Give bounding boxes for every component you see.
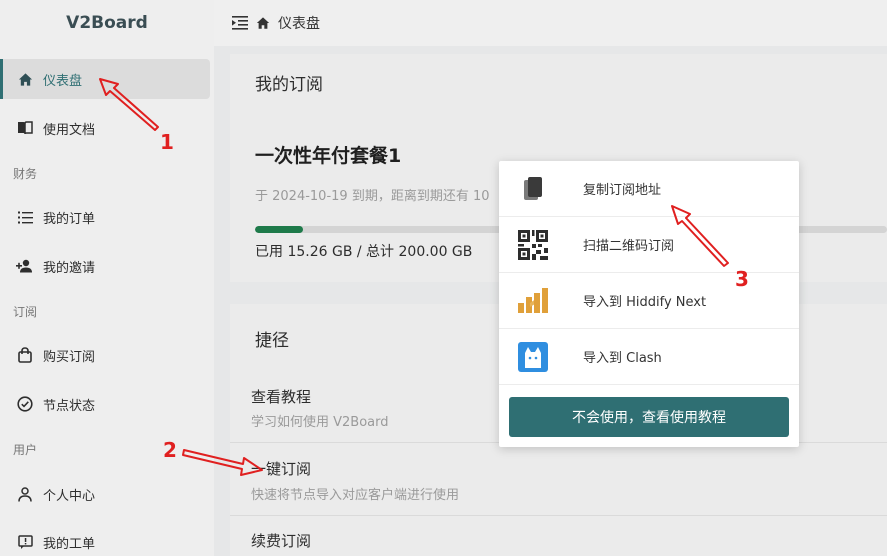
popup-item-label: 导入到 Hiddify Next (583, 295, 707, 310)
section-user: 用户 (13, 443, 38, 457)
popup-item-scan-qr[interactable]: 扫描二维码订阅 (499, 217, 799, 273)
sidebar-item-label: 仪表盘 (43, 73, 83, 89)
ticket-icon (16, 533, 34, 551)
sidebar-item-orders[interactable]: 我的订单 (0, 197, 210, 237)
sidebar-item-tickets[interactable]: 我的工单 (0, 522, 210, 556)
sidebar-item-label: 购买订阅 (43, 349, 96, 365)
clash-cat-icon (517, 341, 549, 373)
sidebar-item-dashboard[interactable]: 仪表盘 (0, 59, 210, 99)
popup-item-copy-url[interactable]: 复制订阅地址 (499, 161, 799, 217)
subscribe-popup-menu: 复制订阅地址 扫描二维码订阅 导入到 Hiddify Next 导入到 Clas… (499, 161, 799, 447)
plan-name: 一次性年付套餐1 (255, 145, 402, 167)
sidebar-item-label: 我的订单 (43, 211, 96, 227)
shortcut-renew-title[interactable]: 续费订阅 (251, 530, 311, 551)
sidebar: V2Board 仪表盘 使用文档 财务 我的订单 我的邀请 订阅 购买订阅 节点… (0, 0, 214, 556)
sidebar-item-label: 个人中心 (43, 488, 96, 504)
book-icon (16, 119, 34, 137)
check-circle-icon (16, 395, 34, 413)
sidebar-item-buy[interactable]: 购买订阅 (0, 335, 210, 375)
expire-text: 于 2024-10-19 到期，距离到期还有 10 (255, 189, 490, 204)
sidebar-item-node-status[interactable]: 节点状态 (0, 384, 210, 424)
usage-text: 已用 15.26 GB / 总计 200.00 GB (255, 244, 473, 260)
qr-code-icon (517, 229, 549, 261)
sidebar-item-label: 使用文档 (43, 122, 96, 138)
annotation-number-1: 1 (160, 130, 174, 154)
divider (230, 515, 887, 516)
view-tutorial-button[interactable]: 不会使用，查看使用教程 (509, 397, 789, 437)
shortcut-one-click-title[interactable]: 一键订阅 (251, 458, 311, 479)
popup-item-import-hiddify[interactable]: 导入到 Hiddify Next (499, 273, 799, 329)
popup-item-label: 扫描二维码订阅 (583, 239, 675, 254)
usage-progress-fill (255, 226, 304, 233)
sidebar-item-profile[interactable]: 个人中心 (0, 474, 210, 514)
popup-item-import-clash[interactable]: 导入到 Clash (499, 329, 799, 385)
shortcut-tutorial-title[interactable]: 查看教程 (251, 386, 311, 407)
bag-icon (16, 346, 34, 364)
breadcrumb: 仪表盘 (278, 16, 320, 32)
sidebar-item-label: 节点状态 (43, 398, 96, 414)
home-icon (16, 70, 34, 88)
section-finance: 财务 (13, 167, 38, 181)
user-icon (16, 485, 34, 503)
sidebar-item-label: 我的邀请 (43, 260, 96, 276)
shortcut-one-click-desc: 快速将节点导入对应客户端进行使用 (251, 488, 460, 503)
popup-item-label: 导入到 Clash (583, 351, 662, 366)
shortcuts-title: 捷径 (255, 331, 289, 351)
sidebar-item-docs[interactable]: 使用文档 (0, 108, 210, 148)
popup-item-label: 复制订阅地址 (583, 183, 662, 198)
copy-icon (517, 173, 549, 205)
annotation-number-2: 2 (163, 438, 177, 462)
user-plus-icon (16, 257, 34, 275)
sidebar-item-label: 我的工单 (43, 536, 96, 552)
sidebar-item-invite[interactable]: 我的邀请 (0, 246, 210, 286)
subscription-title: 我的订阅 (255, 75, 323, 95)
annotation-number-3: 3 (735, 267, 749, 291)
home-icon (256, 16, 270, 30)
top-header: 仪表盘 (214, 0, 887, 46)
section-subscription: 订阅 (13, 305, 38, 319)
hiddify-icon (517, 285, 549, 317)
shortcut-tutorial-desc: 学习如何使用 V2Board (251, 415, 389, 430)
menu-collapse-icon[interactable] (232, 16, 248, 30)
brand-logo[interactable]: V2Board (0, 0, 214, 46)
list-icon (16, 208, 34, 226)
